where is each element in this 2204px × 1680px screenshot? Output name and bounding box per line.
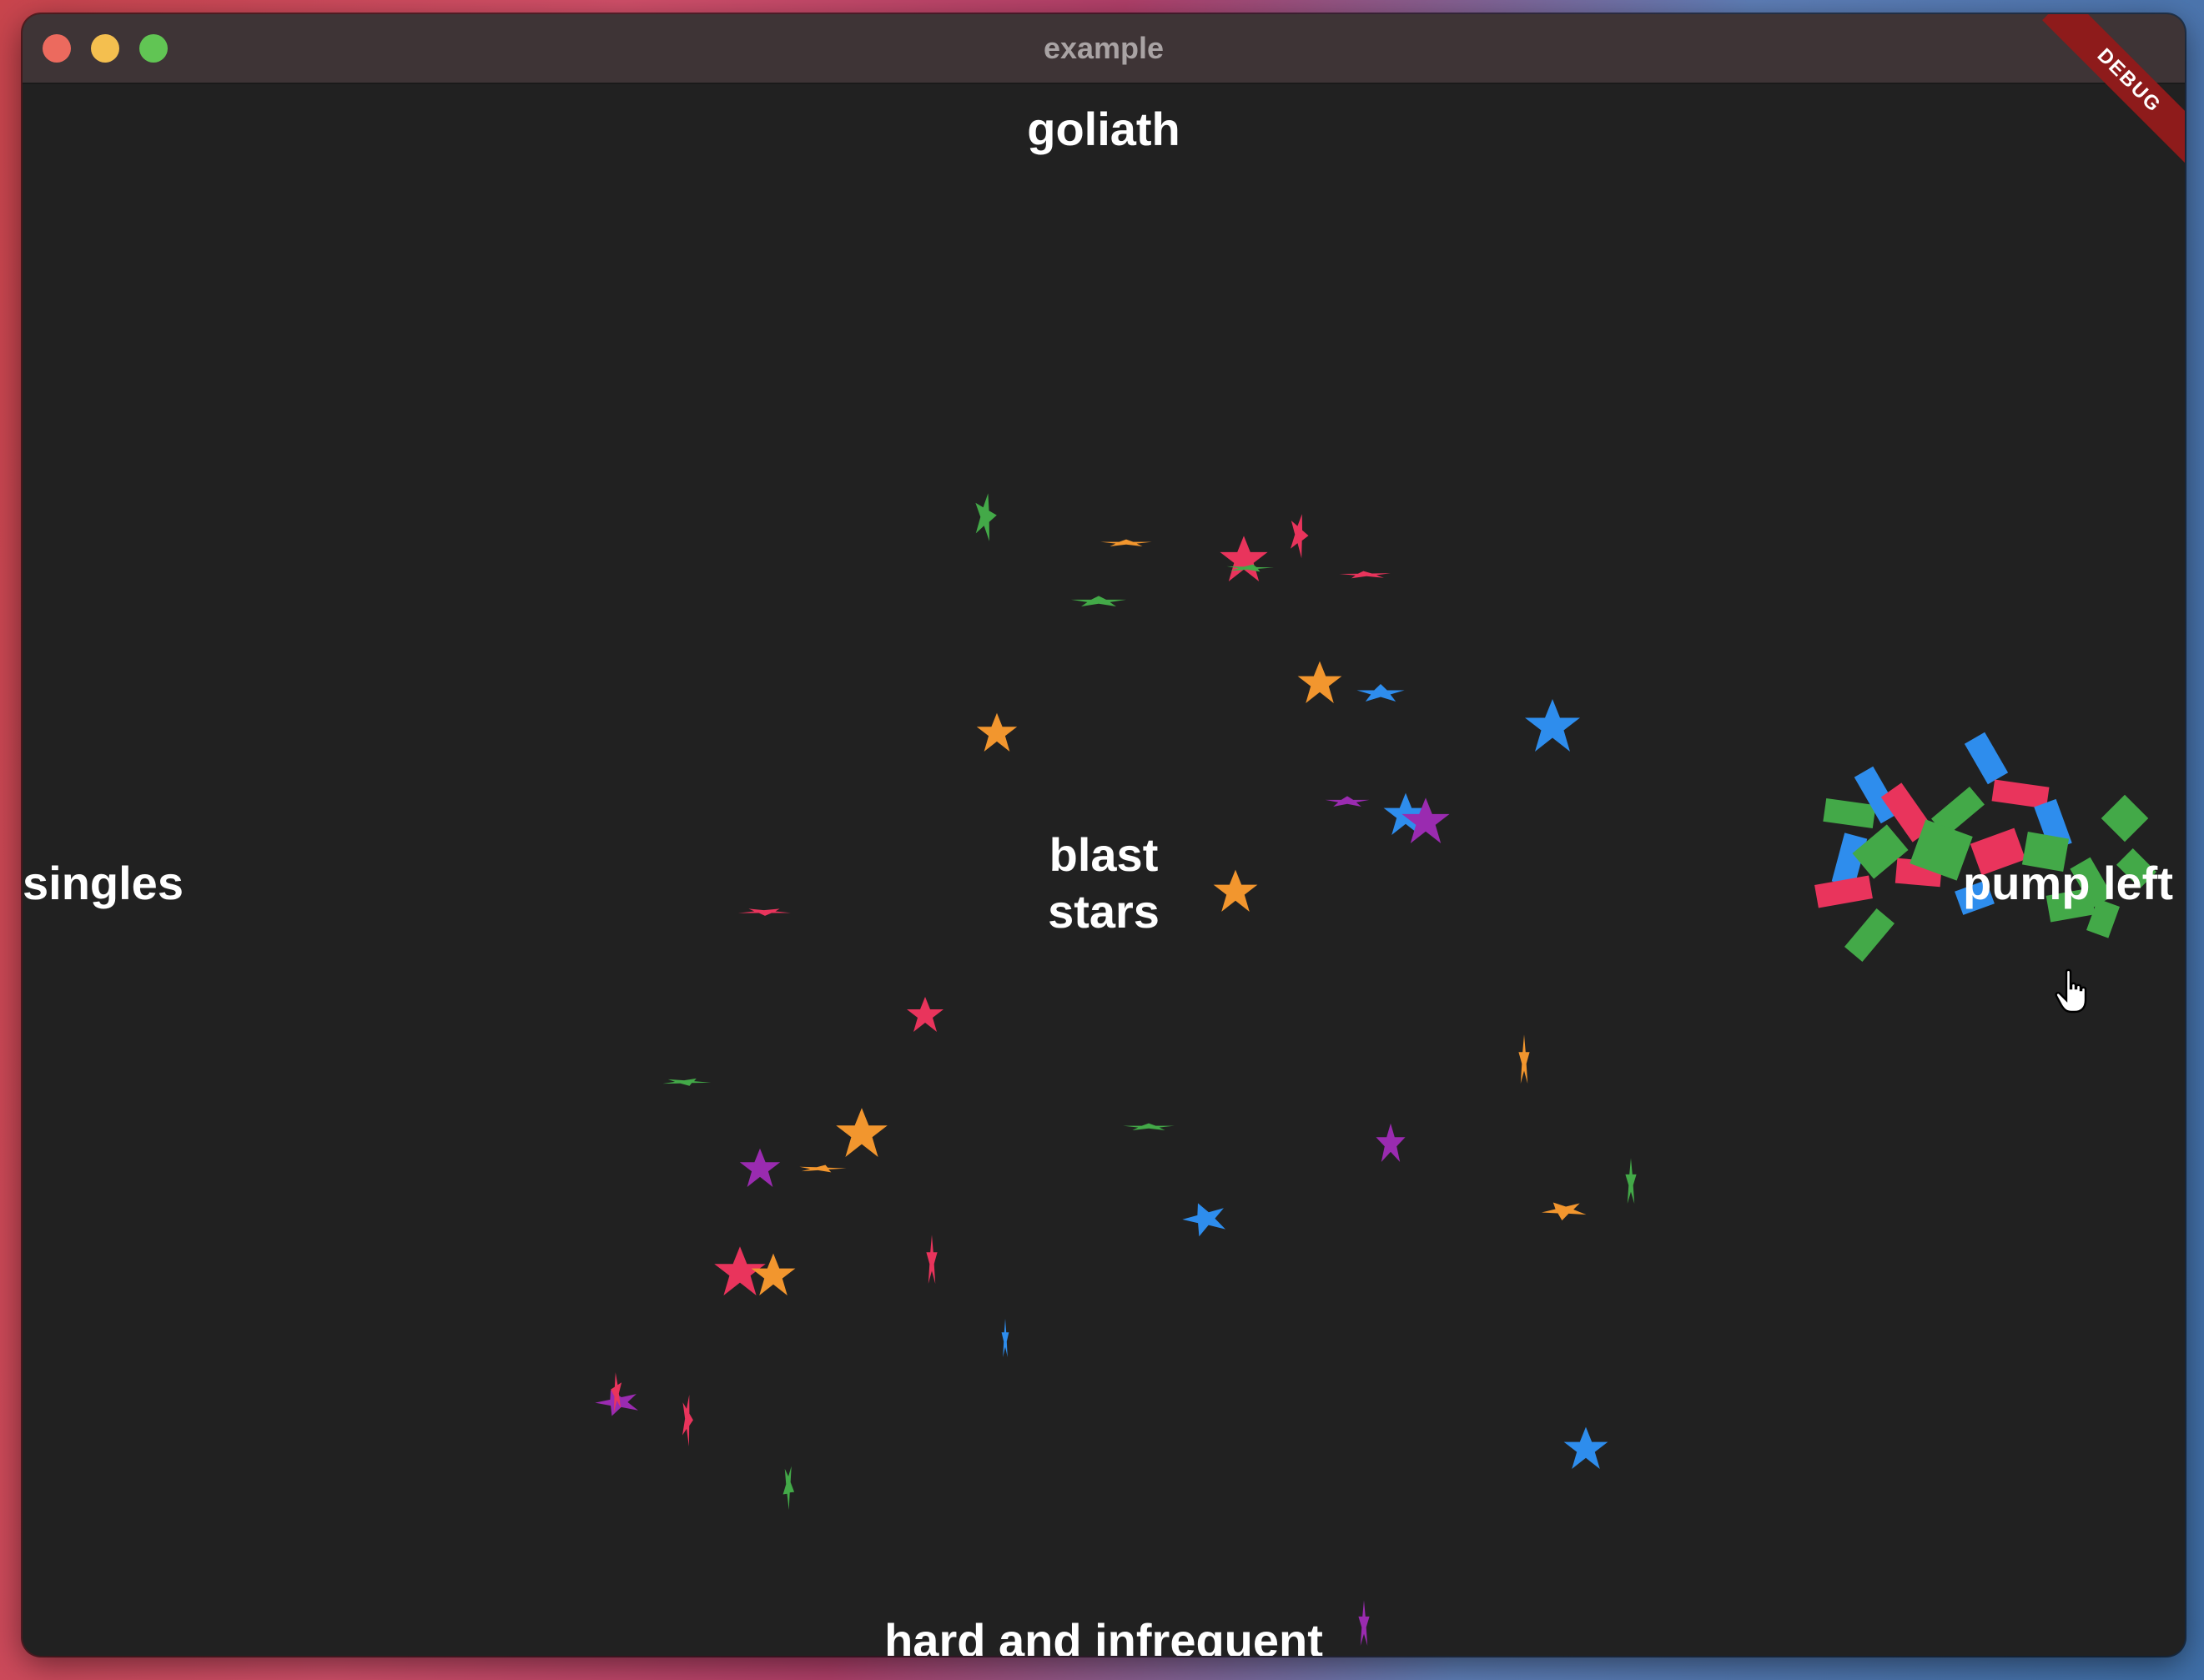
blast-stars-button[interactable]: blast stars [1007, 827, 1200, 940]
goliath-button[interactable]: goliath [23, 101, 2185, 158]
hand-pointer-cursor-icon [2055, 968, 2087, 1014]
app-window: example goliath blast stars singles pump… [23, 14, 2185, 1656]
hard-and-infrequent-button[interactable]: hard and infrequent [23, 1612, 2185, 1656]
pump-left-button[interactable]: pump left [1963, 855, 2173, 912]
pump-left-confetti [1814, 732, 2157, 962]
title-bar[interactable]: example [23, 14, 2185, 84]
singles-button[interactable]: singles [23, 855, 184, 912]
window-title: example [1043, 31, 1165, 65]
confetti-canvas: goliath blast stars singles pump left ha… [23, 84, 2185, 1656]
